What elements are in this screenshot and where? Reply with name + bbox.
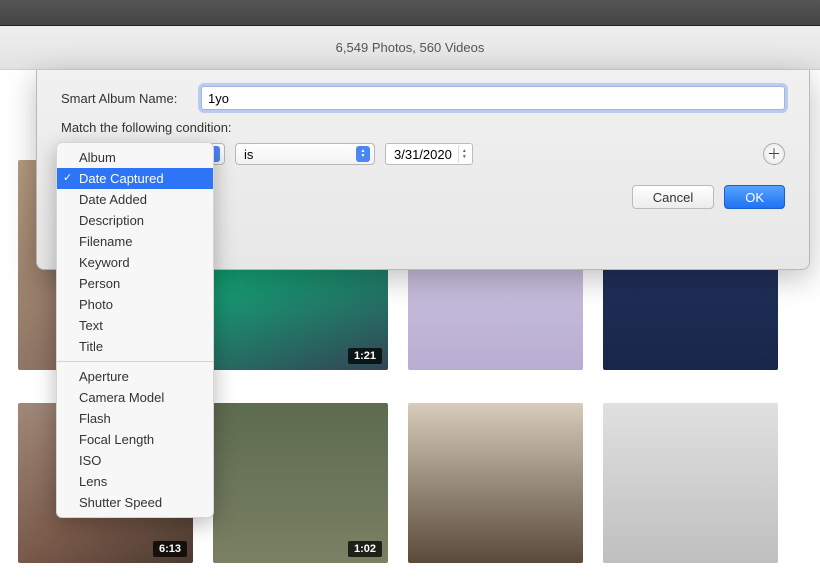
photo-thumb[interactable]: 1:02 xyxy=(213,403,388,563)
photo-thumb[interactable] xyxy=(603,403,778,563)
window-titlebar xyxy=(0,0,820,26)
add-condition-button[interactable]: ＋ xyxy=(763,143,785,165)
date-stepper-icon[interactable] xyxy=(458,145,470,163)
library-counts: 6,549 Photos, 560 Videos xyxy=(0,26,820,70)
condition-date-value: 3/31/2020 xyxy=(394,147,452,162)
album-name-input[interactable] xyxy=(201,86,785,110)
dropdown-separator xyxy=(57,361,213,362)
video-duration: 6:13 xyxy=(153,541,187,557)
counts-text: 6,549 Photos, 560 Videos xyxy=(336,40,485,55)
dropdown-item[interactable]: Keyword xyxy=(57,252,213,273)
dropdown-item[interactable]: Date Captured xyxy=(57,168,213,189)
dropdown-item[interactable]: Album xyxy=(57,147,213,168)
dropdown-item[interactable]: Title xyxy=(57,336,213,357)
dropdown-item[interactable]: Shutter Speed xyxy=(57,492,213,513)
ok-button[interactable]: OK xyxy=(724,185,785,209)
dropdown-item[interactable]: Aperture xyxy=(57,366,213,387)
dropdown-item[interactable]: Camera Model xyxy=(57,387,213,408)
video-duration: 1:02 xyxy=(348,541,382,557)
dropdown-item[interactable]: Photo xyxy=(57,294,213,315)
dropdown-item[interactable]: Date Added xyxy=(57,189,213,210)
album-name-label: Smart Album Name: xyxy=(61,91,191,106)
condition-date-input[interactable]: 3/31/2020 xyxy=(385,143,473,165)
photo-thumb[interactable] xyxy=(408,403,583,563)
video-duration: 1:21 xyxy=(348,348,382,364)
dropdown-item[interactable]: Text xyxy=(57,315,213,336)
select-stepper-icon xyxy=(356,146,370,162)
dropdown-item[interactable]: Person xyxy=(57,273,213,294)
dropdown-item[interactable]: Flash xyxy=(57,408,213,429)
dropdown-item[interactable]: ISO xyxy=(57,450,213,471)
condition-intro-label: Match the following condition: xyxy=(61,120,785,135)
dropdown-item[interactable]: Filename xyxy=(57,231,213,252)
cancel-button[interactable]: Cancel xyxy=(632,185,714,209)
condition-field-dropdown[interactable]: AlbumDate CapturedDate AddedDescriptionF… xyxy=(56,142,214,518)
condition-operator-value: is xyxy=(244,147,253,162)
dropdown-item[interactable]: Focal Length xyxy=(57,429,213,450)
dropdown-item[interactable]: Description xyxy=(57,210,213,231)
condition-operator-select[interactable]: is xyxy=(235,143,375,165)
dropdown-item[interactable]: Lens xyxy=(57,471,213,492)
